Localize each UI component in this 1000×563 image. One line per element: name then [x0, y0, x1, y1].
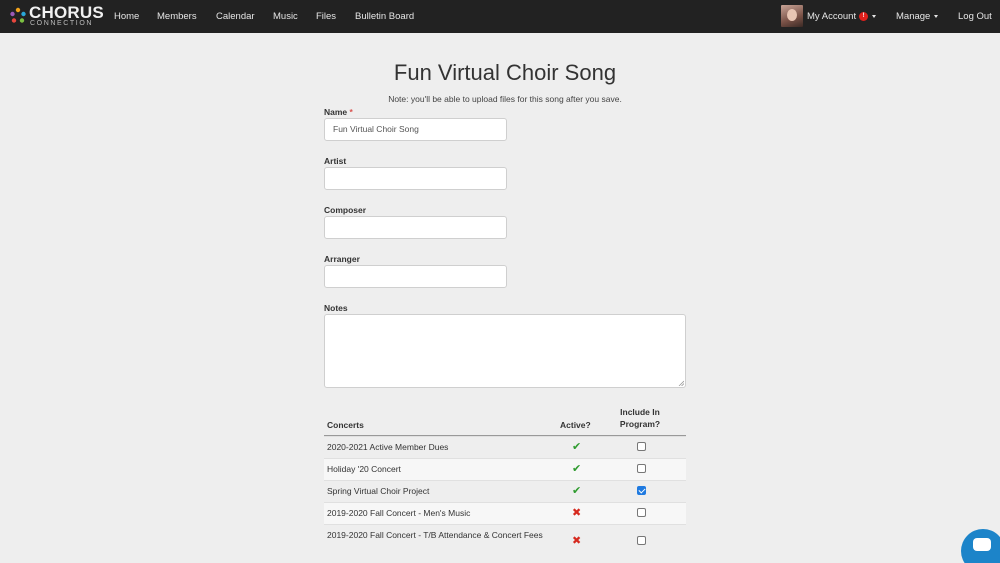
manage-label: Manage	[896, 11, 931, 22]
include-checkbox[interactable]	[637, 486, 646, 495]
table-row: Holiday '20 Concert ✔	[324, 458, 686, 480]
manage-menu[interactable]: Manage	[896, 0, 939, 33]
inactive-cross-icon: ✖	[572, 535, 582, 547]
user-avatar[interactable]	[781, 5, 803, 27]
my-account-label: My Account	[807, 11, 857, 22]
name-label: Name *	[324, 107, 353, 118]
concert-name: Holiday '20 Concert	[327, 464, 401, 474]
column-header-include: Include In Program?	[619, 406, 661, 430]
top-navbar: CHORUS CONNECTION Home Members Calendar …	[0, 0, 1000, 33]
column-header-concerts: Concerts	[327, 420, 364, 430]
concert-name: 2020-2021 Active Member Dues	[327, 442, 449, 452]
inactive-cross-icon: ✖	[572, 507, 582, 519]
name-input[interactable]: Fun Virtual Choir Song	[324, 118, 507, 141]
include-checkbox[interactable]	[637, 508, 646, 517]
active-check-icon: ✔	[572, 463, 582, 475]
table-row: 2019-2020 Fall Concert - T/B Attendance …	[324, 524, 686, 558]
active-check-icon: ✔	[572, 441, 582, 453]
nav-bulletin-board[interactable]: Bulletin Board	[355, 0, 414, 33]
column-header-include-line1: Include In	[620, 407, 660, 417]
page-title: Fun Virtual Choir Song	[393, 60, 617, 85]
notification-badge: !	[859, 11, 869, 21]
required-asterisk: *	[349, 107, 353, 117]
logo-icon	[10, 7, 26, 23]
arranger-input[interactable]	[324, 265, 507, 288]
concert-name: Spring Virtual Choir Project	[327, 486, 430, 496]
column-header-active: Active?	[560, 420, 591, 430]
artist-label: Artist	[324, 156, 347, 166]
artist-input[interactable]	[324, 167, 507, 190]
chat-widget-button[interactable]	[961, 529, 1000, 563]
logo-subtitle: CONNECTION	[30, 20, 94, 27]
composer-input[interactable]	[324, 216, 507, 239]
notes-textarea[interactable]	[324, 314, 686, 388]
active-check-icon: ✔	[572, 485, 582, 497]
nav-home[interactable]: Home	[114, 0, 139, 33]
logout-link[interactable]: Log Out	[958, 0, 992, 33]
logo-wordmark: CHORUS	[29, 3, 104, 22]
concert-name: 2019-2020 Fall Concert - Men's Music	[327, 508, 471, 518]
my-account-menu[interactable]: My Account!	[807, 0, 877, 33]
chat-bubble-icon	[973, 538, 991, 551]
save-note: Note: you'll be able to upload files for…	[388, 94, 622, 104]
nav-files[interactable]: Files	[316, 0, 336, 33]
table-row: 2020-2021 Active Member Dues ✔	[324, 436, 686, 458]
chorus-connection-logo[interactable]: CHORUS CONNECTION	[9, 4, 104, 27]
nav-calendar[interactable]: Calendar	[216, 0, 255, 33]
column-header-include-line2: Program?	[619, 419, 661, 429]
resize-grip-icon[interactable]	[678, 380, 684, 386]
chevron-down-icon	[934, 14, 939, 18]
arranger-label: Arranger	[324, 254, 360, 264]
nav-music[interactable]: Music	[273, 0, 298, 33]
nav-members[interactable]: Members	[157, 0, 197, 33]
name-label-text: Name	[324, 107, 348, 117]
include-checkbox[interactable]	[637, 464, 646, 473]
composer-label: Composer	[324, 205, 367, 215]
concert-name: 2019-2020 Fall Concert - T/B Attendance …	[327, 530, 543, 540]
include-checkbox[interactable]	[637, 536, 646, 545]
notes-label: Notes	[324, 303, 348, 313]
table-row: Spring Virtual Choir Project ✔	[324, 480, 686, 502]
table-row: 2019-2020 Fall Concert - Men's Music ✖	[324, 502, 686, 524]
include-checkbox[interactable]	[637, 442, 646, 451]
chevron-down-icon	[872, 14, 877, 18]
